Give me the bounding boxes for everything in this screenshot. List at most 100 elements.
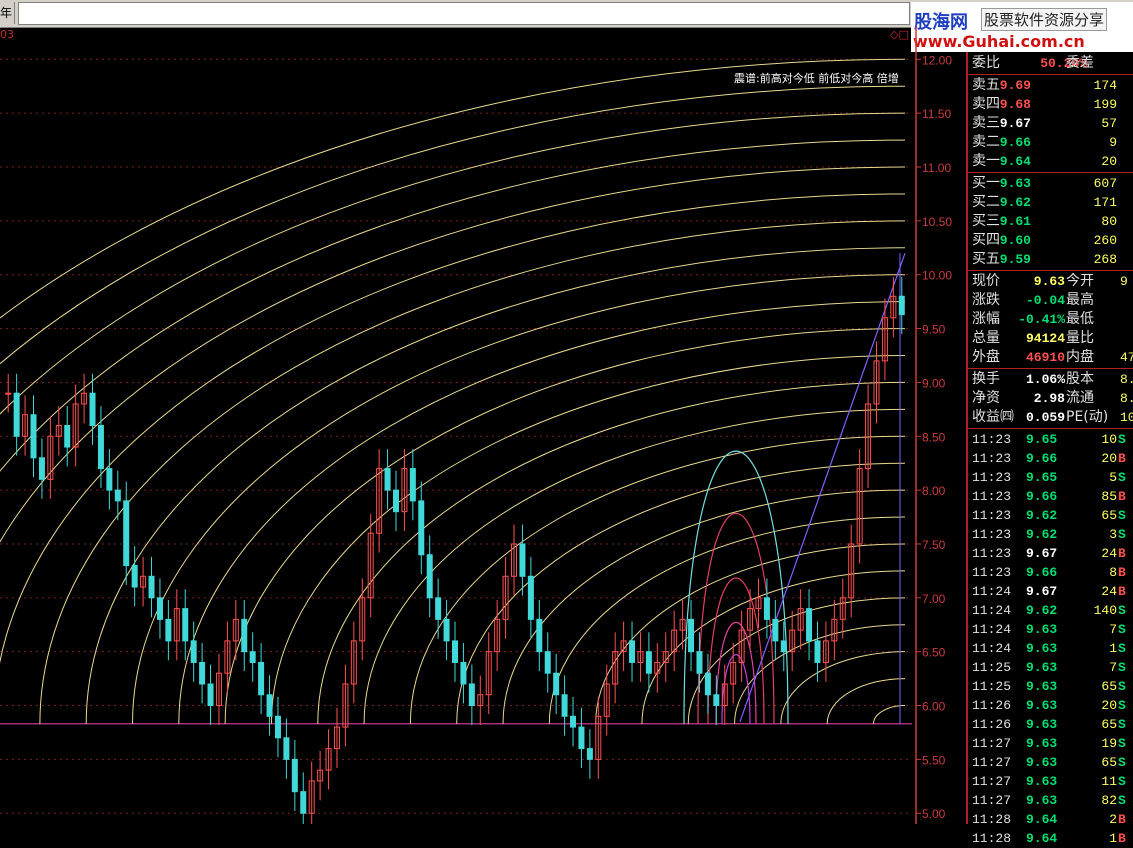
tick-side: S bbox=[1118, 793, 1126, 808]
candle-body bbox=[418, 500, 425, 556]
tick-time: 11:26 bbox=[972, 717, 1012, 732]
candle-body bbox=[780, 640, 787, 653]
wei-bi-label: 委比 bbox=[972, 55, 1000, 71]
tick-side: S bbox=[1118, 755, 1126, 770]
gann-arc bbox=[85, 247, 906, 724]
tick-time: 11:25 bbox=[972, 679, 1012, 694]
tick-row: 11:23 9.66 85 B bbox=[968, 487, 1133, 506]
tick-volume: 7 bbox=[1109, 622, 1117, 637]
gann-arc bbox=[178, 301, 906, 724]
tick-volume: 65 bbox=[1101, 717, 1117, 732]
tick-price: 9.67 bbox=[1026, 546, 1058, 561]
stat-row: 净资 2.98流通 8.9 bbox=[968, 389, 1133, 408]
candle-body bbox=[898, 295, 905, 316]
candle-body bbox=[13, 392, 20, 437]
tick-row: 11:23 9.66 20 B bbox=[968, 449, 1133, 468]
stat-row: 外盘 46910 内盘 47 bbox=[968, 348, 1133, 367]
candle-body bbox=[199, 661, 206, 685]
tick-price: 9.62 bbox=[1026, 508, 1058, 523]
tick-side: B bbox=[1118, 812, 1126, 827]
tick-volume: 65 bbox=[1101, 679, 1117, 694]
buy-level-row: 买二 9.62 171 bbox=[968, 193, 1133, 212]
candle-body bbox=[165, 618, 172, 642]
stat-value-2: 9 bbox=[1120, 274, 1128, 289]
tick-side: S bbox=[1118, 698, 1126, 713]
stat-value: 9.63 bbox=[1033, 274, 1065, 289]
stat-label-2: 股本 bbox=[1066, 371, 1094, 387]
candle-body bbox=[249, 651, 256, 663]
sell-level-volume: 9 bbox=[1109, 135, 1117, 150]
tick-price: 9.66 bbox=[1026, 489, 1058, 504]
tick-side: B bbox=[1118, 489, 1126, 504]
stat-label: 涨幅 bbox=[972, 311, 1000, 327]
tick-volume: 20 bbox=[1101, 698, 1117, 713]
brand-slogan: 股票软件资源分享 bbox=[981, 8, 1108, 31]
tick-price: 9.63 bbox=[1026, 736, 1058, 751]
candle-body bbox=[452, 640, 458, 663]
y-tick-label: 5.50 bbox=[922, 753, 946, 767]
quote-panel: 委比 50.24% 委差 卖五 9.69 174 卖四 9.68 199 卖三 9.67 57 卖二 9.… bbox=[966, 52, 1133, 846]
price-chart[interactable]: 12.00 11.50 11.00 10.50 10.00 9.50 9.00 8.50 8.0… bbox=[0, 27, 966, 824]
indicator-legend: 震谱:前高对今低 前低对今高 倍增 bbox=[734, 72, 899, 85]
candle-body bbox=[106, 468, 113, 491]
buy-level-row: 买四 9.60 260 bbox=[968, 231, 1133, 250]
candle-body bbox=[460, 661, 467, 685]
quote-divider bbox=[968, 172, 1133, 173]
sell-level-price: 9.67 bbox=[999, 116, 1031, 131]
tick-time: 11:23 bbox=[972, 432, 1012, 447]
buy-level-label: 买二 bbox=[972, 194, 1000, 210]
tick-side: S bbox=[1118, 717, 1126, 732]
period-button[interactable]: 年 bbox=[0, 2, 15, 24]
tick-price: 9.62 bbox=[1026, 527, 1058, 542]
sell-level-label: 卖二 bbox=[972, 134, 1000, 150]
stat-label: 收益㈣ bbox=[972, 409, 1014, 425]
candle-body bbox=[696, 651, 703, 674]
tick-row: 11:25 9.63 65 S bbox=[968, 677, 1133, 696]
sell-level-volume: 174 bbox=[1093, 78, 1117, 93]
tick-volume: 85 bbox=[1101, 489, 1117, 504]
y-tick-label: 9.50 bbox=[922, 323, 946, 337]
sell-level-price: 9.66 bbox=[999, 135, 1031, 150]
y-tick-label: 11.50 bbox=[922, 107, 951, 121]
gann-arc bbox=[132, 274, 906, 724]
candle-body bbox=[443, 618, 450, 642]
stat-label: 外盘 bbox=[972, 349, 1000, 365]
stat-row: 总量 94124 量比 bbox=[968, 329, 1133, 348]
command-input[interactable] bbox=[18, 2, 910, 25]
tick-volume: 82 bbox=[1101, 793, 1117, 808]
stat-row: 涨幅 -0.41% 最低 bbox=[968, 310, 1133, 329]
stat-row: 收益㈣ 0.059 PE(动) 10 bbox=[968, 408, 1133, 427]
gann-arc bbox=[687, 597, 906, 724]
candle-body bbox=[30, 414, 37, 459]
candle-body bbox=[688, 618, 695, 653]
gann-arc bbox=[0, 139, 906, 472]
sell-level-volume: 57 bbox=[1101, 116, 1117, 131]
stat-row: 换手 1.06%股本 8.9 bbox=[968, 370, 1133, 389]
tick-time: 11:23 bbox=[972, 508, 1012, 523]
tick-price: 9.63 bbox=[1026, 660, 1058, 675]
tick-time: 11:27 bbox=[972, 755, 1012, 770]
tick-volume: 11 bbox=[1101, 774, 1117, 789]
stat-value: -0.04 bbox=[1025, 293, 1065, 308]
candle-body bbox=[814, 640, 821, 663]
tick-price: 9.66 bbox=[1026, 565, 1058, 580]
tick-time: 11:23 bbox=[972, 470, 1012, 485]
candle-body bbox=[553, 672, 560, 696]
tick-volume: 3 bbox=[1109, 527, 1117, 542]
candle-body bbox=[64, 425, 71, 448]
candle-body bbox=[409, 468, 416, 502]
y-tick-label: 12.00 bbox=[922, 53, 952, 67]
candle-body bbox=[704, 672, 711, 696]
buy-level-price: 9.60 bbox=[999, 233, 1031, 248]
tick-time: 11:27 bbox=[972, 793, 1012, 808]
sell-level-volume: 199 bbox=[1093, 97, 1117, 112]
y-tick-label: 9.00 bbox=[922, 376, 946, 390]
candle-body bbox=[131, 565, 138, 588]
buy-level-label: 买四 bbox=[972, 232, 1000, 248]
tick-side: S bbox=[1118, 432, 1126, 447]
stat-value-2: 10 bbox=[1120, 410, 1133, 425]
quote-divider bbox=[968, 368, 1133, 369]
stat-label: 换手 bbox=[972, 371, 1000, 387]
sell-level-row: 卖四 9.68 199 bbox=[968, 95, 1133, 114]
tick-volume: 20 bbox=[1101, 451, 1117, 466]
